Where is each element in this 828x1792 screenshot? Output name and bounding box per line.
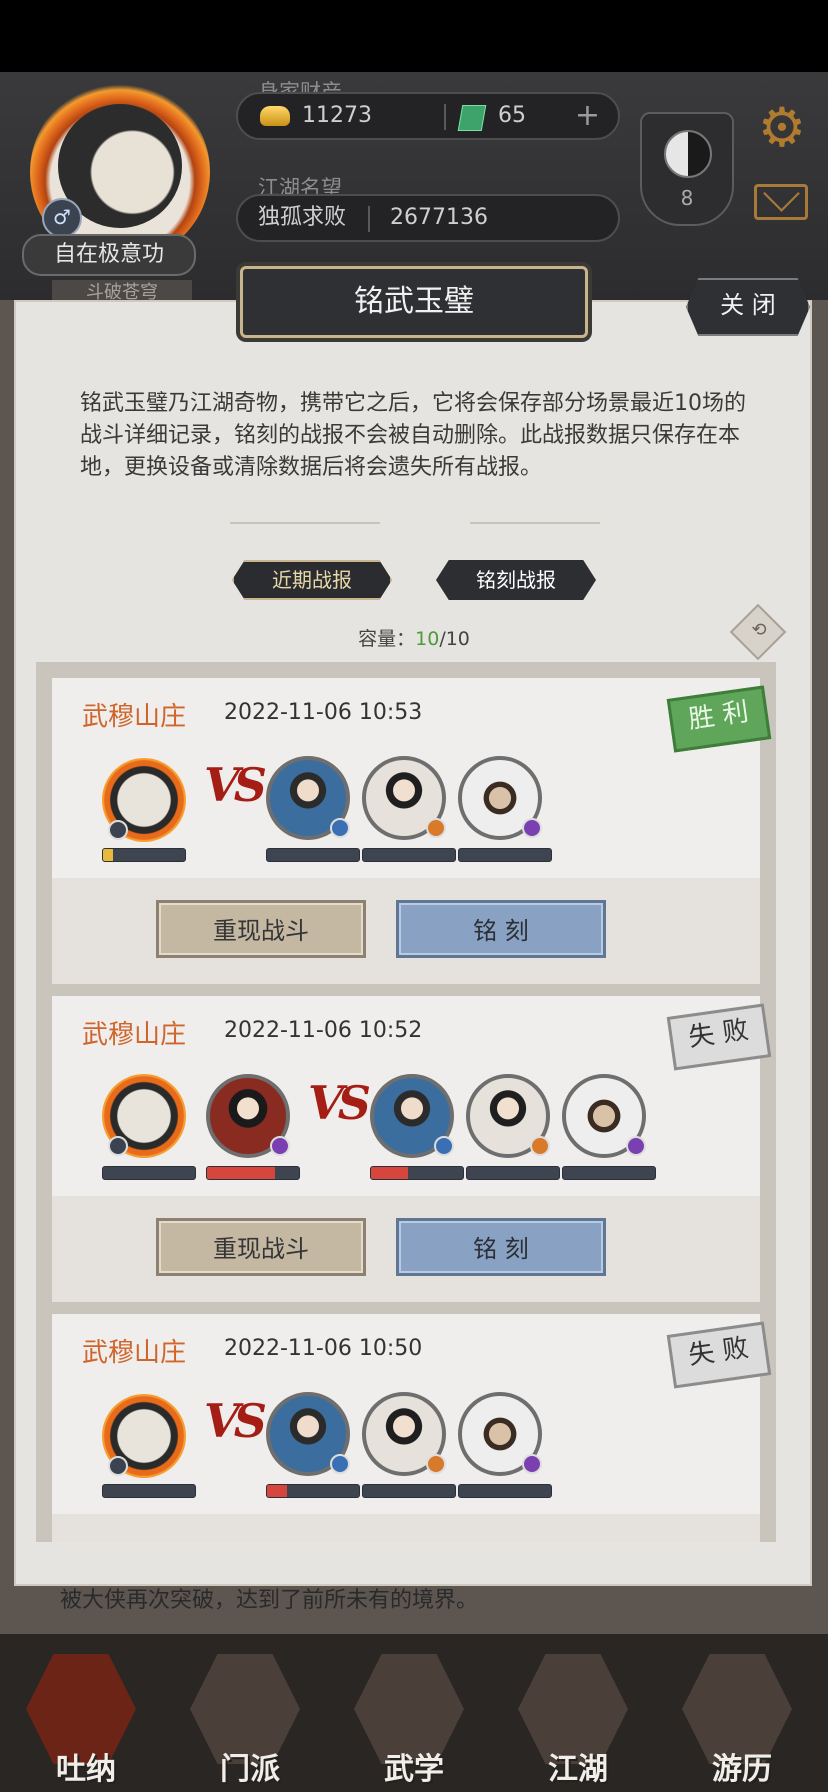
nav-sect[interactable]: 门派 <box>180 1648 320 1788</box>
school-badge-icon <box>626 1136 646 1156</box>
school-badge-icon <box>426 818 446 838</box>
divider <box>368 206 370 232</box>
enemy-hp-bar <box>362 848 456 862</box>
fame-bar: 独孤求败 2677136 <box>236 194 620 242</box>
nav-travel[interactable]: 游历 <box>672 1648 812 1788</box>
taiji-level-badge[interactable]: 8 <box>640 112 734 226</box>
ornament-divider-right <box>470 522 600 524</box>
enemy-hp-bar <box>362 1484 456 1498</box>
nav-jianghu[interactable]: 江湖 <box>508 1648 648 1788</box>
nav-martial-arts[interactable]: 武学 <box>344 1648 484 1788</box>
enemy-hp-bar <box>266 848 360 862</box>
yin-yang-icon <box>664 130 712 178</box>
gold-ingot-icon <box>260 106 290 126</box>
battle-report-card: 武穆山庄 2022-11-06 10:52 失 败 VS 重现战斗 铭 刻 <box>52 996 772 1302</box>
male-gender-icon: ♂ <box>42 198 82 238</box>
vs-label: VS <box>204 758 267 812</box>
mail-icon[interactable] <box>754 184 808 220</box>
jade-icon <box>457 105 487 131</box>
enemy-hp-bar <box>370 1166 464 1180</box>
tab-engraved-reports[interactable]: 铭刻战报 <box>436 560 596 600</box>
gold-amount: 11273 <box>302 103 372 128</box>
school-badge-icon <box>434 1136 454 1156</box>
jade-amount: 65 <box>498 103 526 128</box>
enemy-hp-bar <box>458 1484 552 1498</box>
player-hp-bar <box>102 1166 196 1180</box>
battle-time: 2022-11-06 10:52 <box>224 1018 423 1043</box>
school-badge-icon <box>330 818 350 838</box>
battle-time: 2022-11-06 10:53 <box>224 700 423 725</box>
vs-label: VS <box>308 1076 371 1130</box>
engrave-button[interactable]: 铭 刻 <box>396 1218 606 1276</box>
divider <box>444 104 446 130</box>
ornament-divider-left <box>230 522 380 524</box>
story-text: 被大侠再次突破，达到了前所未有的境界。 <box>60 1588 479 1613</box>
player-hp-bar <box>102 1484 196 1498</box>
engrave-button[interactable]: 铭 刻 <box>396 900 606 958</box>
wealth-bar: 11273 65 + <box>236 92 620 140</box>
battle-location: 武穆山庄 <box>82 702 187 732</box>
school-badge-icon <box>530 1136 550 1156</box>
nav-breathing[interactable]: 吐纳 <box>16 1648 156 1788</box>
bottom-nav: 吐纳 门派 武学 江湖 游历 <box>0 1634 828 1792</box>
card-footer <box>52 1514 760 1542</box>
close-button[interactable]: 关 闭 <box>686 278 810 336</box>
school-badge-icon <box>426 1454 446 1474</box>
capacity-total: /10 <box>439 628 470 650</box>
male-gender-icon <box>108 820 128 840</box>
school-badge-icon <box>522 818 542 838</box>
add-currency-button[interactable]: + <box>575 98 600 134</box>
status-bar-area <box>0 0 828 72</box>
fame-title: 独孤求败 <box>258 205 347 230</box>
enemy-hp-bar <box>266 1484 360 1498</box>
dialog-description: 铭武玉璧乃江湖奇物，携带它之后，它将会保存部分场景最近10场的战斗详细记录，铭刻… <box>80 391 746 480</box>
ally-hp-bar <box>206 1166 300 1180</box>
enemy-hp-bar <box>562 1166 656 1180</box>
battle-report-list[interactable]: 武穆山庄 2022-11-06 10:53 胜 利 VS 重现战斗 铭 刻 武穆… <box>36 662 776 1542</box>
battle-time: 2022-11-06 10:50 <box>224 1336 423 1361</box>
school-badge-icon <box>330 1454 350 1474</box>
vs-label: VS <box>204 1394 267 1448</box>
battle-report-card: 武穆山庄 2022-11-06 10:50 失 败 VS <box>52 1314 772 1542</box>
capacity-label: 容量： <box>358 628 416 650</box>
settings-gear-icon[interactable]: ⚙ <box>754 100 810 156</box>
tab-recent-reports[interactable]: 近期战报 <box>232 560 392 600</box>
battle-location: 武穆山庄 <box>82 1020 187 1050</box>
replay-battle-button[interactable]: 重现战斗 <box>156 900 366 958</box>
capacity-used: 10 <box>415 628 440 650</box>
male-gender-icon <box>108 1136 128 1156</box>
fame-value: 2677136 <box>390 205 488 230</box>
replay-battle-button[interactable]: 重现战斗 <box>156 1218 366 1276</box>
capacity-indicator: 容量：10/10 <box>0 624 828 651</box>
dialog-title: 铭武玉璧 <box>240 266 588 338</box>
taiji-level: 8 <box>680 186 694 210</box>
school-badge-icon <box>522 1454 542 1474</box>
battle-location: 武穆山庄 <box>82 1338 187 1368</box>
player-hp-bar <box>102 848 186 862</box>
enemy-hp-bar <box>458 848 552 862</box>
male-gender-icon <box>108 1456 128 1476</box>
player-title: 自在极意功 <box>22 234 196 276</box>
battle-report-card: 武穆山庄 2022-11-06 10:53 胜 利 VS 重现战斗 铭 刻 <box>52 678 772 984</box>
enemy-hp-bar <box>466 1166 560 1180</box>
school-badge-icon <box>270 1136 290 1156</box>
